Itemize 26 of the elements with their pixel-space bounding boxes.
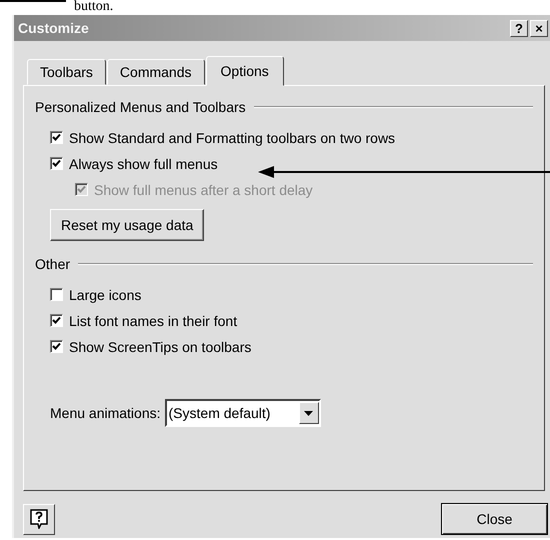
group-title: Other [35, 256, 70, 272]
help-bubble-icon [30, 509, 48, 529]
reset-button[interactable]: Reset my usage data [50, 209, 204, 241]
checkbox[interactable] [50, 340, 63, 353]
dropdown-label: Menu animations: [50, 405, 161, 421]
tab[interactable]: Commands [106, 59, 205, 85]
checkbox[interactable] [50, 131, 63, 144]
checkbox-label: Large icons [69, 286, 142, 302]
close-button[interactable]: Close [441, 503, 548, 535]
tab[interactable]: Options [206, 56, 284, 86]
checkbox[interactable] [50, 157, 63, 170]
group-title: Personalized Menus and Toolbars [35, 99, 246, 115]
help-button[interactable]: ? [510, 20, 528, 36]
tab[interactable]: Toolbars [27, 59, 106, 85]
checkbox-label: Show full menus after a short delay [94, 182, 313, 198]
checkbox-label: Show ScreenTips on toolbars [69, 338, 252, 354]
checkbox-label: Always show full menus [69, 156, 218, 172]
checkbox[interactable] [50, 288, 63, 301]
checkbox[interactable] [50, 314, 63, 327]
checkbox-label: Show Standard and Formatting toolbars on two rows [69, 130, 396, 146]
caption-text: button. [74, 0, 114, 14]
help-button[interactable] [23, 504, 55, 534]
close-button[interactable]: × [530, 20, 548, 36]
dropdown[interactable]: (System default) [164, 399, 321, 427]
window-title: Customize [18, 20, 90, 36]
checkbox-label: List font names in their font [69, 312, 238, 328]
